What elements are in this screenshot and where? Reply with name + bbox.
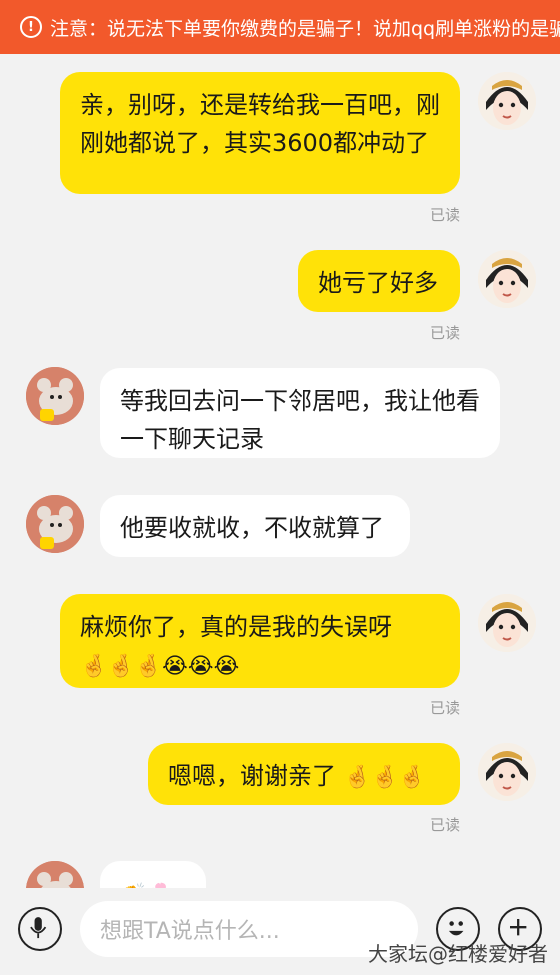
- my-avatar[interactable]: [478, 250, 536, 308]
- my-avatar[interactable]: [478, 743, 536, 801]
- my-avatar[interactable]: [478, 594, 536, 652]
- message-input-placeholder: 想跟TA说点什么...: [100, 919, 280, 944]
- message-bubble-contact[interactable]: 他要收就收，不收就算了: [100, 495, 410, 557]
- warning-text: 注意：说无法下单要你缴费的是骗子！说加qq刷单涨粉的是骗: [50, 17, 560, 40]
- message-bubble-mine[interactable]: 亲，别呀，还是转给我一百吧，刚刚她都说了，其实3600都冲动了: [60, 72, 460, 194]
- message-text: 等我回去问一下邻居吧，我让他看一下聊天记录: [120, 387, 480, 453]
- composer-bar: 想跟TA说点什么... 大家坛@红楼爱好者: [0, 888, 560, 975]
- message-text: 她亏了好多: [318, 269, 438, 297]
- chat-thread[interactable]: 亲，别呀，还是转给我一百吧，刚刚她都说了，其实3600都冲动了 已读 她亏了好多…: [0, 54, 560, 888]
- read-status: 已读: [429, 699, 460, 717]
- contact-avatar[interactable]: [26, 495, 84, 553]
- alert-circle-icon: !: [20, 16, 42, 38]
- message-bubble-mine[interactable]: 麻烦你了，真的是我的失误呀 🤞🤞🤞😭😭😭: [60, 594, 460, 688]
- emoji-sticker: 👏🌸: [120, 877, 175, 888]
- read-status: 已读: [429, 206, 460, 224]
- contact-avatar[interactable]: [26, 367, 84, 425]
- message-bubble-mine[interactable]: 嗯嗯，谢谢亲了 🤞🤞🤞: [148, 743, 460, 805]
- message-bubble-contact[interactable]: 等我回去问一下邻居吧，我让他看一下聊天记录: [100, 368, 500, 458]
- read-status: 已读: [429, 816, 460, 834]
- warning-banner: ! 注意：说无法下单要你缴费的是骗子！说加qq刷单涨粉的是骗: [0, 0, 560, 54]
- message-text: 亲，别呀，还是转给我一百吧，刚刚她都说了，其实3600都冲动了: [80, 91, 440, 157]
- message-bubble-contact[interactable]: 👏🌸: [100, 861, 206, 888]
- finger-heart-emoji: 🤞🤞🤞😭😭😭: [80, 654, 240, 679]
- message-text: 嗯嗯，谢谢亲了: [168, 762, 336, 790]
- read-status: 已读: [429, 324, 460, 342]
- my-avatar[interactable]: [478, 72, 536, 130]
- contact-avatar[interactable]: [26, 861, 84, 888]
- finger-heart-emoji: 🤞🤞🤞: [343, 765, 426, 790]
- message-text: 麻烦你了，真的是我的失误呀: [80, 613, 392, 641]
- message-text: 他要收就收，不收就算了: [120, 514, 384, 542]
- microphone-icon[interactable]: [18, 907, 62, 951]
- watermark: 大家坛@红楼爱好者: [368, 942, 548, 966]
- message-bubble-mine[interactable]: 她亏了好多: [298, 250, 460, 312]
